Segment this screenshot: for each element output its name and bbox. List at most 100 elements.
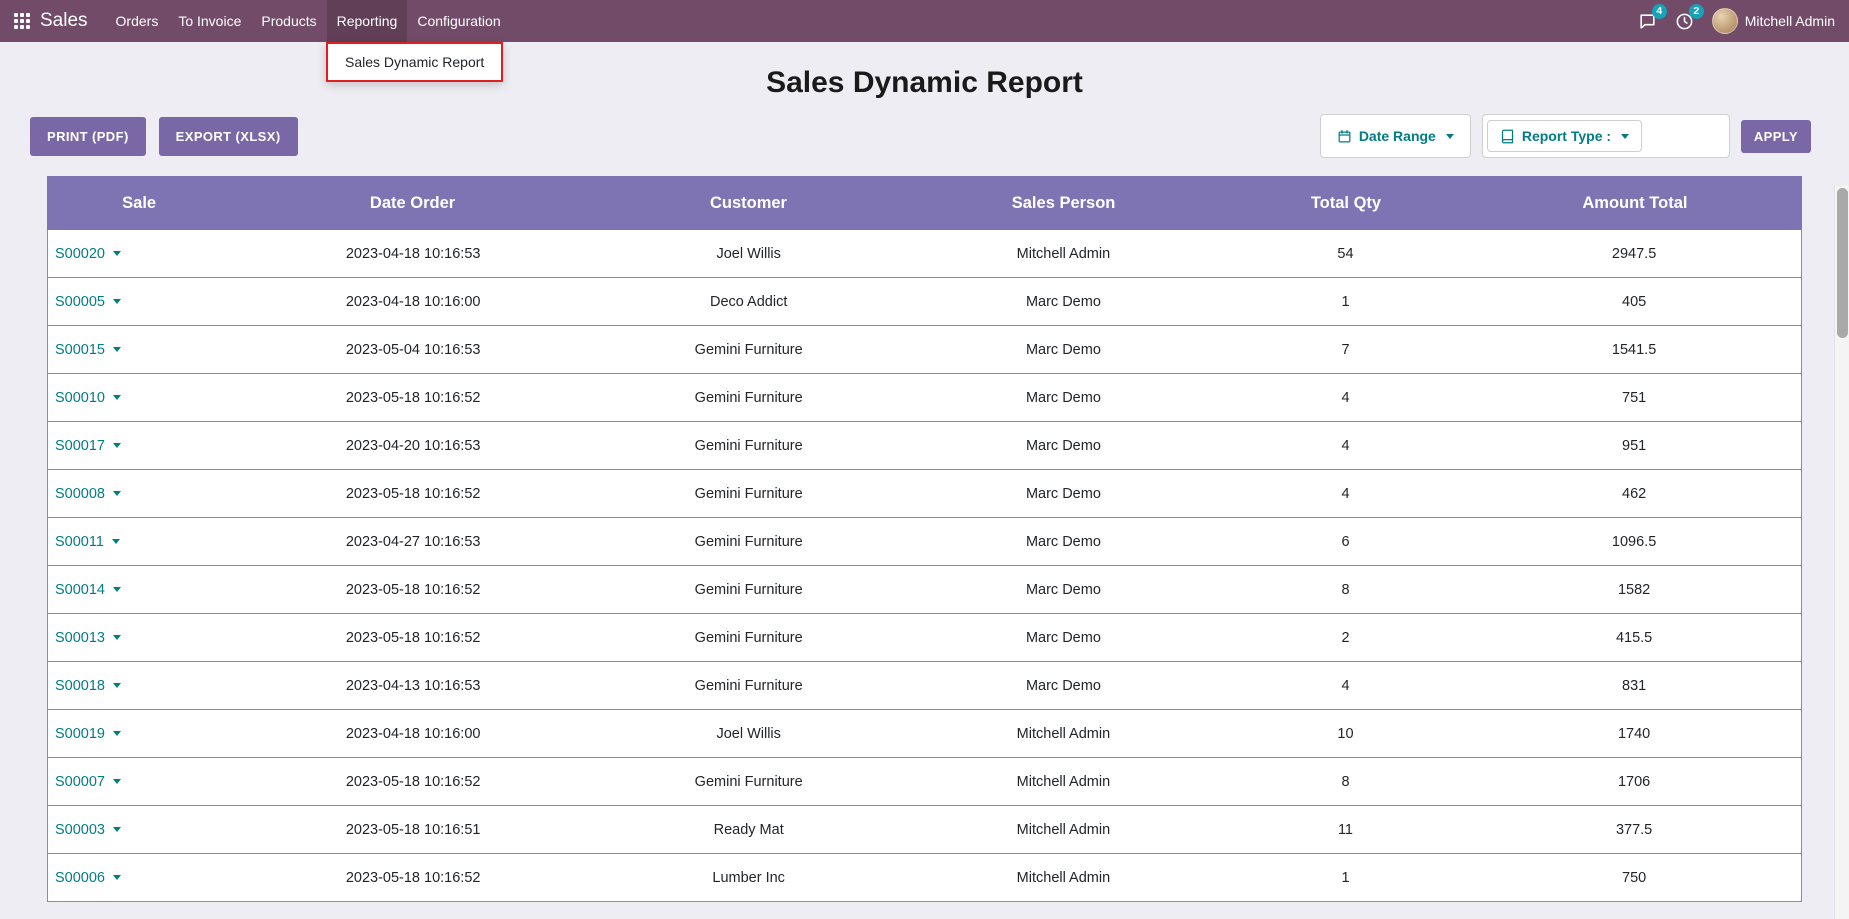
sale-cell: S00005 <box>48 294 232 310</box>
book-icon <box>1500 129 1515 144</box>
caret-down-icon <box>113 731 121 736</box>
amount-total-cell: 1740 <box>1467 726 1801 742</box>
sale-ref-dropdown[interactable]: S00015 <box>55 342 121 358</box>
salesperson-cell: Marc Demo <box>903 390 1224 406</box>
sale-cell: S00010 <box>48 390 232 406</box>
menu-reporting[interactable]: Reporting <box>327 0 408 42</box>
user-menu[interactable]: Mitchell Admin <box>1712 8 1835 34</box>
sale-ref-dropdown[interactable]: S00003 <box>55 822 121 838</box>
table-row: S000142023-05-18 10:16:52Gemini Furnitur… <box>48 566 1801 614</box>
customer-cell: Gemini Furniture <box>594 630 903 646</box>
amount-total-cell: 405 <box>1467 294 1801 310</box>
sale-ref-dropdown[interactable]: S00019 <box>55 726 121 742</box>
sale-cell: S00018 <box>48 678 232 694</box>
caret-down-icon <box>113 635 121 640</box>
date-range-dropdown[interactable]: Date Range <box>1325 121 1466 151</box>
amount-total-cell: 377.5 <box>1467 822 1801 838</box>
messages-badge: 4 <box>1652 4 1667 19</box>
total-qty-cell: 6 <box>1224 534 1467 550</box>
apply-button[interactable]: APPLY <box>1741 120 1811 153</box>
sale-cell: S00011 <box>48 534 232 550</box>
menu-orders[interactable]: Orders <box>106 0 169 42</box>
print-pdf-button[interactable]: PRINT (PDF) <box>30 117 146 156</box>
menu-to-invoice[interactable]: To Invoice <box>168 0 251 42</box>
menu-configuration[interactable]: Configuration <box>407 0 510 42</box>
sale-cell: S00003 <box>48 822 232 838</box>
caret-down-icon <box>113 251 121 256</box>
sale-ref-dropdown[interactable]: S00014 <box>55 582 121 598</box>
caret-down-icon <box>113 395 121 400</box>
date-order-cell: 2023-05-04 10:16:53 <box>232 342 594 358</box>
page-title: Sales Dynamic Report <box>0 66 1849 100</box>
export-xlsx-button[interactable]: EXPORT (XLSX) <box>159 117 298 156</box>
header-customer: Customer <box>594 194 903 213</box>
sale-cell: S00014 <box>48 582 232 598</box>
calendar-icon <box>1337 129 1352 144</box>
sale-ref-dropdown[interactable]: S00013 <box>55 630 121 646</box>
total-qty-cell: 8 <box>1224 582 1467 598</box>
user-name: Mitchell Admin <box>1745 13 1835 29</box>
customer-cell: Gemini Furniture <box>594 678 903 694</box>
table-row: S00015 2023-05-04 10:16:53Gemini Furnitur… <box>48 326 1801 374</box>
caret-down-icon <box>113 587 121 592</box>
sale-ref-dropdown[interactable]: S00010 <box>55 390 121 406</box>
sale-ref-dropdown[interactable]: S00006 <box>55 870 121 886</box>
date-order-cell: 2023-05-18 10:16:52 <box>232 774 594 790</box>
navbar-systray: 4 2 Mitchell Admin <box>1638 8 1835 34</box>
top-navbar: Sales Orders To Invoice Products Reporti… <box>0 0 1849 42</box>
total-qty-cell: 1 <box>1224 870 1467 886</box>
table-header: Sale Date Order Customer Sales Person To… <box>47 176 1802 230</box>
menu-item-sales-dynamic-report[interactable]: Sales Dynamic Report <box>328 44 501 80</box>
table-row: S000052023-04-18 10:16:00Deco AddictMarc… <box>48 278 1801 326</box>
messages-button[interactable]: 4 <box>1638 12 1657 31</box>
salesperson-cell: Marc Demo <box>903 486 1224 502</box>
customer-cell: Gemini Furniture <box>594 486 903 502</box>
sale-cell: S00015 <box>48 342 232 358</box>
total-qty-cell: 4 <box>1224 486 1467 502</box>
user-avatar <box>1712 8 1738 34</box>
scrollbar-thumb[interactable] <box>1837 188 1848 338</box>
sale-ref-dropdown[interactable]: S00008 <box>55 486 121 502</box>
table-row: S000032023-05-18 10:16:51Ready MatMitche… <box>48 806 1801 854</box>
date-range-label: Date Range <box>1359 128 1436 144</box>
total-qty-cell: 7 <box>1224 342 1467 358</box>
filter-controls: Date Range Report Type : APPLY <box>1320 114 1811 158</box>
table-row: S000202023-04-18 10:16:53Joel WillisMitc… <box>48 230 1801 278</box>
sale-cell: S00008 <box>48 486 232 502</box>
customer-cell: Gemini Furniture <box>594 774 903 790</box>
activities-button[interactable]: 2 <box>1675 12 1694 31</box>
sale-ref-dropdown[interactable]: S00011 <box>55 534 120 550</box>
salesperson-cell: Marc Demo <box>903 582 1224 598</box>
date-order-cell: 2023-04-18 10:16:00 <box>232 294 594 310</box>
caret-down-icon <box>113 683 121 688</box>
salesperson-cell: Mitchell Admin <box>903 774 1224 790</box>
header-amount-total: Amount Total <box>1468 194 1802 213</box>
sale-cell: S00007 <box>48 774 232 790</box>
vertical-scrollbar[interactable] <box>1834 186 1849 919</box>
sale-ref-dropdown[interactable]: S00007 <box>55 774 121 790</box>
toolbar: PRINT (PDF) EXPORT (XLSX) Date Range Rep… <box>30 114 1811 158</box>
total-qty-cell: 54 <box>1224 246 1467 262</box>
report-type-dropdown[interactable]: Report Type : <box>1487 120 1642 152</box>
salesperson-cell: Marc Demo <box>903 342 1224 358</box>
total-qty-cell: 1 <box>1224 294 1467 310</box>
sale-cell: S00020 <box>48 246 232 262</box>
customer-cell: Gemini Furniture <box>594 342 903 358</box>
amount-total-cell: 951 <box>1467 438 1801 454</box>
apps-grid-icon[interactable] <box>14 13 30 29</box>
total-qty-cell: 2 <box>1224 630 1467 646</box>
amount-total-cell: 2947.5 <box>1467 246 1801 262</box>
sale-ref-dropdown[interactable]: S00020 <box>55 246 121 262</box>
date-order-cell: 2023-05-18 10:16:52 <box>232 630 594 646</box>
date-order-cell: 2023-04-27 10:16:53 <box>232 534 594 550</box>
total-qty-cell: 4 <box>1224 438 1467 454</box>
table-row: S00013 2023-05-18 10:16:52Gemini Furnitur… <box>48 614 1801 662</box>
sale-ref-dropdown[interactable]: S00005 <box>55 294 121 310</box>
customer-cell: Gemini Furniture <box>594 534 903 550</box>
sale-ref-dropdown[interactable]: S00017 <box>55 438 121 454</box>
customer-cell: Deco Addict <box>594 294 903 310</box>
sale-ref-dropdown[interactable]: S00018 <box>55 678 121 694</box>
salesperson-cell: Marc Demo <box>903 678 1224 694</box>
menu-products[interactable]: Products <box>251 0 326 42</box>
app-name[interactable]: Sales <box>40 10 88 32</box>
